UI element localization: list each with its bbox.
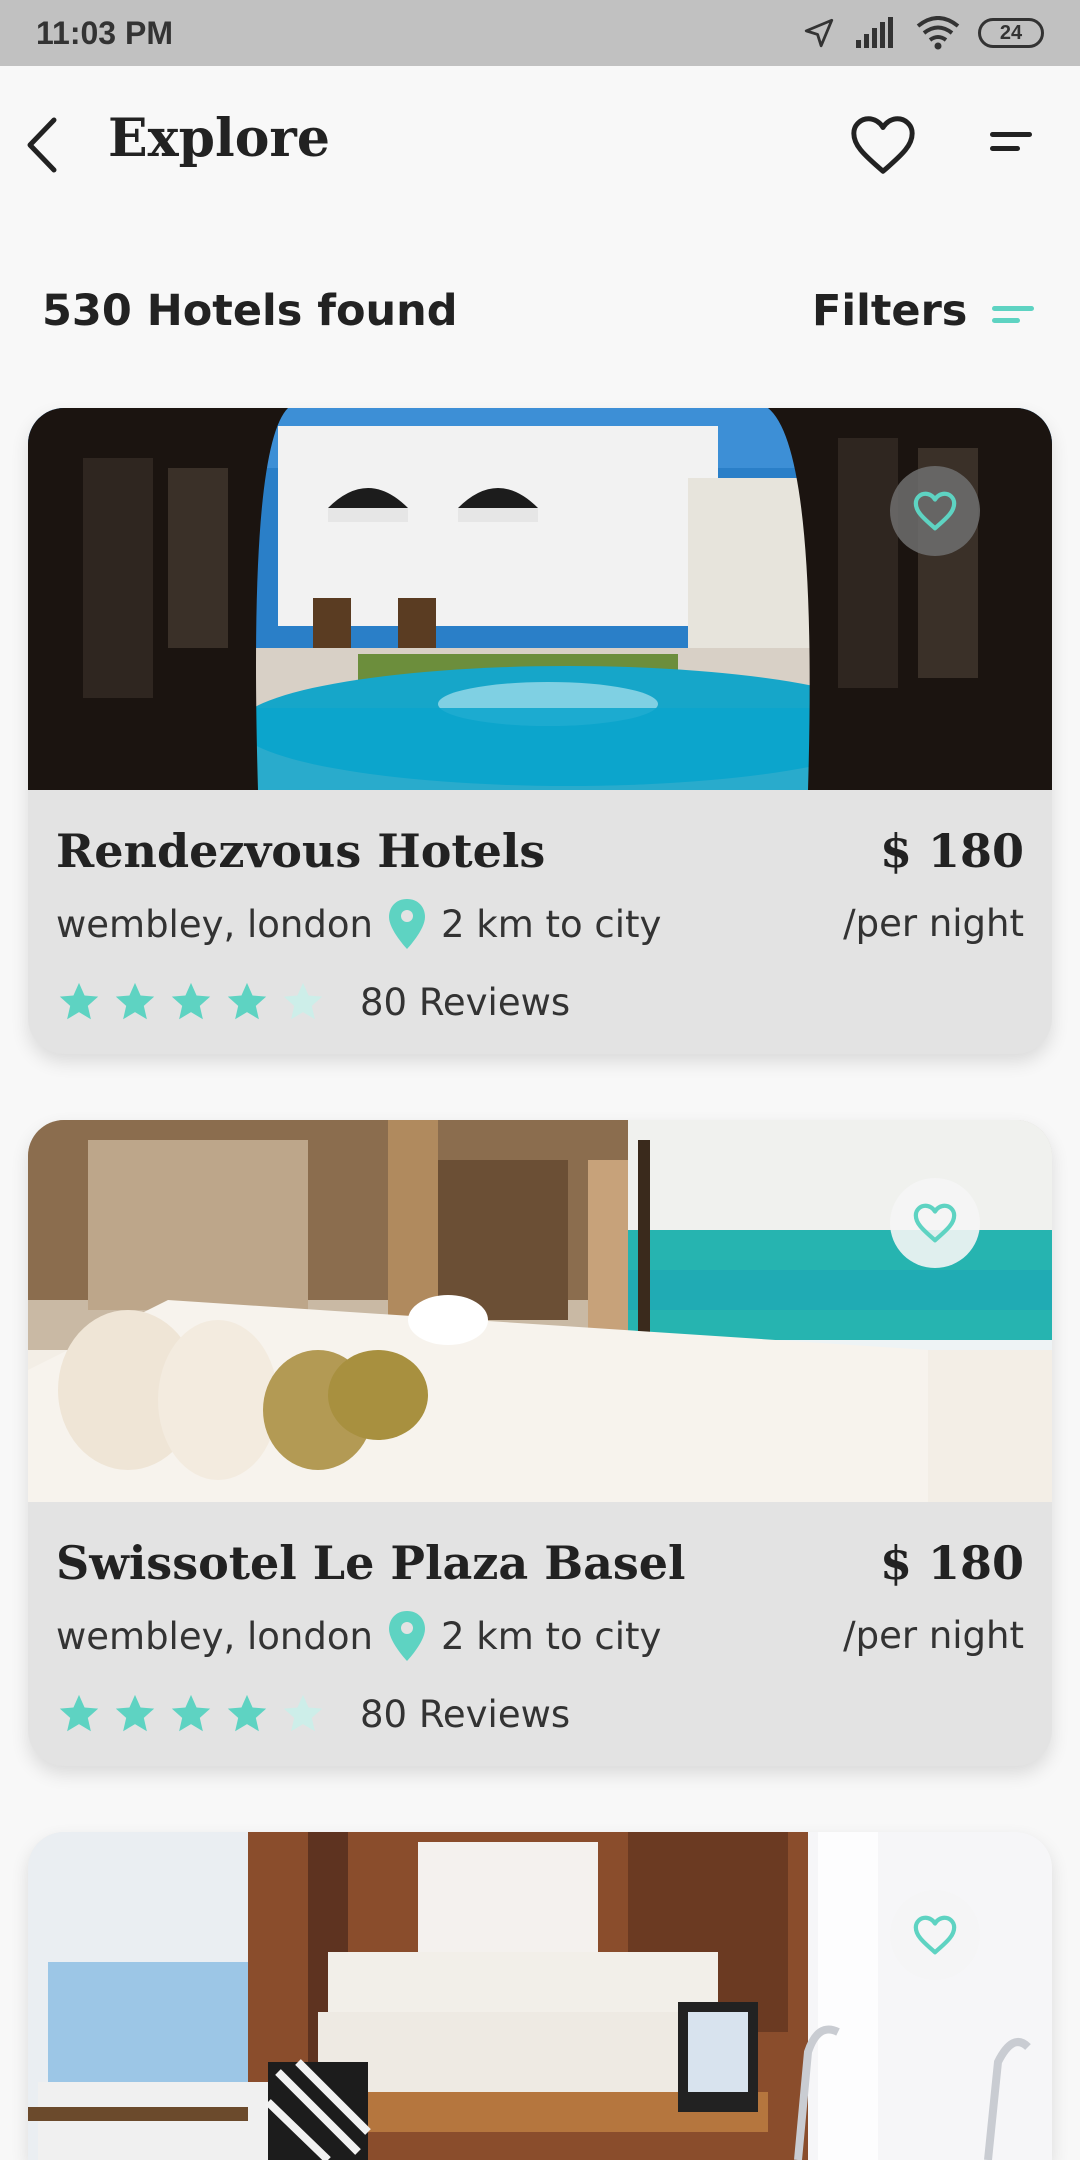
rating-row: 80 Reviews (56, 974, 570, 1030)
filters-icon[interactable] (990, 300, 1036, 332)
star-icon (227, 982, 267, 1020)
star-icon (59, 982, 99, 1020)
distance-to-city: 2 km to city (440, 902, 662, 946)
battery-indicator: 24 (978, 18, 1044, 48)
map-pin-icon (388, 899, 425, 949)
star-icon (115, 982, 155, 1020)
hotel-name: Rendezvous Hotels (56, 824, 546, 878)
star-icon (115, 1694, 155, 1732)
star-rating (56, 1691, 326, 1737)
per-night-label: /per night (843, 1614, 1024, 1657)
star-icon (59, 1694, 99, 1732)
status-bar: 11:03 PM 24 (0, 0, 1080, 66)
heart-outline-icon (913, 491, 957, 531)
location-row: wembley, london 2 km to city (56, 1608, 661, 1664)
star-icon (171, 982, 211, 1020)
menu-icon[interactable] (984, 122, 1044, 166)
hotel-location: wembley, london (56, 902, 373, 946)
page-title: Explore (108, 108, 330, 169)
hotel-name: Swissotel Le Plaza Basel (56, 1536, 686, 1590)
back-arrow-icon[interactable] (18, 114, 80, 176)
location-arrow-icon (804, 18, 834, 48)
location-row: wembley, london 2 km to city (56, 896, 661, 952)
heart-outline-icon (913, 1915, 957, 1955)
per-night-label: /per night (843, 902, 1024, 945)
distance-to-city: 2 km to city (440, 1614, 662, 1658)
hotel-photo-pool (28, 408, 1052, 790)
star-rating (56, 979, 326, 1025)
review-count[interactable]: 80 Reviews (360, 981, 570, 1024)
star-empty-icon (283, 1694, 323, 1732)
star-icon (227, 1694, 267, 1732)
hotel-card[interactable]: Rendezvous Hotels $ 180 wembley, london … (28, 408, 1052, 1054)
app-header: Explore (0, 66, 1080, 226)
hotel-price: $ 180 (879, 1536, 1024, 1590)
hotel-location: wembley, london (56, 1614, 373, 1658)
filters-button[interactable]: Filters (812, 286, 967, 336)
results-count: 530 Hotels found (42, 286, 458, 336)
hotel-card[interactable]: Swissotel Le Plaza Basel $ 180 wembley, … (28, 1120, 1052, 1766)
star-empty-icon (283, 982, 323, 1020)
heart-icon[interactable] (848, 110, 918, 180)
hotel-price: $ 180 (879, 824, 1024, 878)
results-bar: 530 Hotels found Filters (0, 280, 1080, 350)
hotel-details: Rendezvous Hotels $ 180 wembley, london … (28, 790, 1052, 1054)
hotel-photo-suite (28, 1832, 1052, 2160)
hotel-details: Swissotel Le Plaza Basel $ 180 wembley, … (28, 1502, 1052, 1766)
map-pin-icon (388, 1611, 425, 1661)
status-icons: 24 (802, 16, 1044, 50)
hotel-card[interactable] (28, 1832, 1052, 2160)
star-icon (171, 1694, 211, 1732)
favorite-toggle[interactable] (890, 466, 980, 556)
favorite-toggle[interactable] (890, 1890, 980, 1980)
hotel-photo-bedroom (28, 1120, 1052, 1502)
heart-outline-icon (913, 1203, 957, 1243)
status-time: 11:03 PM (36, 14, 173, 51)
signal-icon (856, 17, 893, 48)
favorite-toggle[interactable] (890, 1178, 980, 1268)
rating-row: 80 Reviews (56, 1686, 570, 1742)
review-count[interactable]: 80 Reviews (360, 1693, 570, 1736)
wifi-icon (916, 16, 960, 50)
